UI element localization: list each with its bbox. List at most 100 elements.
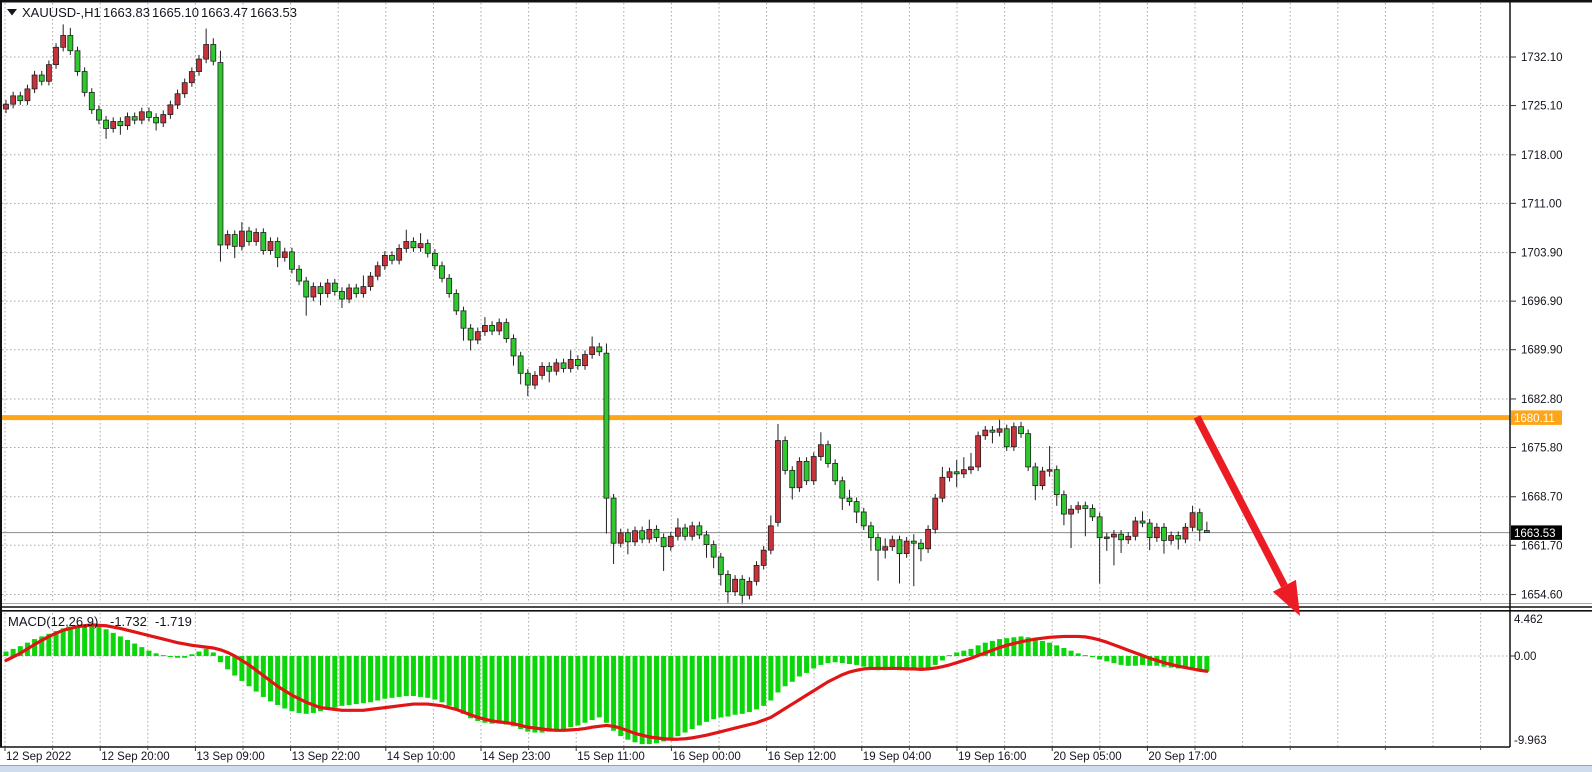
candle-bearish (132, 117, 137, 120)
candle-bearish (876, 538, 881, 550)
macd-histogram-bar (347, 656, 352, 705)
candle-bearish (432, 253, 437, 265)
candle-bearish (918, 543, 923, 549)
macd-histogram-bar (404, 656, 409, 696)
candle-bearish (1019, 427, 1024, 434)
candle-bullish (482, 325, 487, 331)
price-axis-label: 1732.10 (1521, 52, 1563, 64)
macd-histogram-bar (196, 652, 201, 656)
macd-histogram-bar (1197, 656, 1202, 669)
candle-bearish (790, 470, 795, 487)
macd-histogram-bar (1090, 656, 1095, 657)
candle-bullish (775, 441, 780, 523)
candle-bullish (125, 117, 130, 126)
macd-histogram-bar (775, 656, 780, 692)
macd-histogram-bar (89, 625, 94, 656)
macd-histogram-bar (804, 656, 809, 673)
macd-histogram-bar (254, 656, 259, 692)
candle-bearish (604, 353, 609, 498)
header-high-value: 1665.10 (152, 5, 199, 20)
candle-bullish (254, 232, 259, 241)
time-axis-label: 20 Sep 17:00 (1148, 751, 1216, 763)
macd-histogram-bar (926, 656, 931, 668)
candle-bearish (597, 347, 602, 352)
candle-bullish (904, 541, 909, 553)
candle-bullish (1040, 471, 1045, 486)
candle-bullish (54, 47, 59, 64)
symbol-timeframe-label: XAUUSD-,H1 (22, 5, 101, 20)
candle-bullish (1104, 537, 1109, 539)
candle-bearish (704, 535, 709, 545)
macd-histogram-bar (490, 656, 495, 724)
macd-histogram-bar (868, 656, 873, 668)
candle-bearish (490, 325, 495, 331)
macd-histogram-bar (1133, 656, 1138, 666)
macd-histogram-bar (518, 656, 523, 729)
status-strip (0, 766, 1592, 772)
time-axis-label: 14 Sep 23:00 (482, 751, 550, 763)
macd-histogram-bar (182, 656, 187, 658)
macd-histogram-bar (139, 647, 144, 656)
macd-histogram-bar (675, 656, 680, 736)
macd-histogram-bar (840, 656, 845, 663)
macd-histogram-bar (847, 656, 852, 664)
candle-bullish (532, 375, 537, 385)
time-axis-label: 16 Sep 00:00 (672, 751, 740, 763)
macd-histogram-bar (318, 656, 323, 711)
candle-bullish (1133, 521, 1138, 536)
time-axis-label: 12 Sep 2022 (6, 751, 71, 763)
macd-histogram-bar (826, 656, 831, 663)
macd-histogram-bar (432, 656, 437, 700)
candle-bearish (911, 541, 916, 543)
macd-histogram-bar (740, 656, 745, 714)
current-price-tag-label: 1663.53 (1514, 528, 1556, 540)
candle-bullish (997, 429, 1002, 432)
candle-bearish (783, 441, 788, 471)
macd-histogram-bar (304, 656, 309, 714)
time-axis-label: 12 Sep 20:00 (101, 751, 169, 763)
macd-histogram-bar (1097, 656, 1102, 660)
candle-bullish (1076, 506, 1081, 509)
chart-surface[interactable]: 1732.101725.101718.001711.001703.901696.… (0, 0, 1592, 772)
candle-bullish (196, 59, 201, 71)
price-axis-label: 1703.90 (1521, 248, 1563, 260)
macd-histogram-bar (747, 656, 752, 712)
price-axis-label: 1696.90 (1521, 296, 1563, 308)
macd-histogram-bar (375, 656, 380, 701)
candle-bearish (1140, 521, 1145, 523)
candle-bullish (590, 347, 595, 355)
macd-histogram-bar (797, 656, 802, 676)
macd-histogram-bar (218, 656, 223, 662)
macd-histogram-bar (754, 656, 759, 709)
macd-histogram-bar (654, 656, 659, 743)
macd-histogram-bar (96, 627, 101, 656)
candle-bullish (968, 467, 973, 470)
candle-bullish (1011, 427, 1016, 447)
macd-histogram-bar (704, 656, 709, 722)
macd-histogram-bar (354, 656, 359, 704)
macd-histogram-bar (75, 625, 80, 656)
hline-price-tag-label: 1680.11 (1514, 413, 1555, 425)
candle-bearish (1197, 513, 1202, 530)
macd-histogram-bar (368, 656, 373, 702)
candle-bullish (754, 565, 759, 581)
macd-histogram-bar (440, 656, 445, 702)
candle-bearish (39, 75, 44, 81)
candle-bearish (118, 122, 123, 126)
macd-histogram-bar (1083, 655, 1088, 656)
macd-signal-value: -1.719 (155, 614, 192, 629)
macd-histogram-bar (397, 656, 402, 697)
candle-bearish (804, 461, 809, 480)
macd-histogram-bar (1069, 651, 1074, 656)
price-axis-label: 1725.10 (1521, 101, 1563, 113)
price-axis-label: 1689.90 (1521, 345, 1563, 357)
candle-bullish (1190, 513, 1195, 528)
candle-bearish (447, 278, 452, 293)
candle-bullish (633, 531, 638, 542)
macd-histogram-bar (790, 656, 795, 682)
candle-bearish (461, 311, 466, 328)
macd-histogram-bar (125, 640, 130, 656)
time-axis-label: 20 Sep 05:00 (1053, 751, 1121, 763)
candle-bearish (211, 45, 216, 62)
candle-bearish (89, 92, 94, 109)
